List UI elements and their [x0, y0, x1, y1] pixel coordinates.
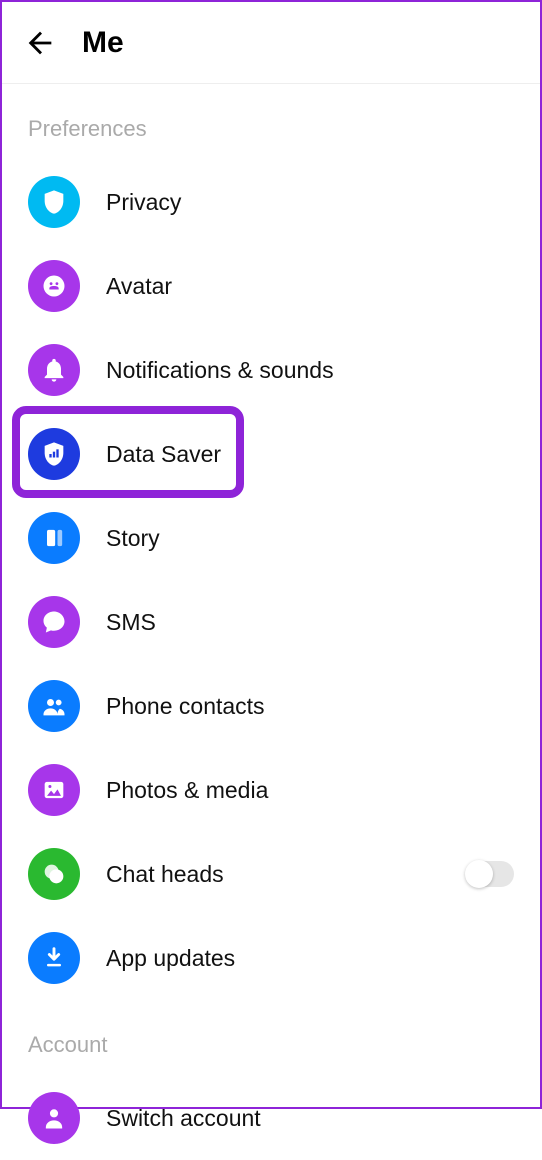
- header: Me: [2, 2, 540, 84]
- shield-icon: [28, 176, 80, 228]
- arrow-left-icon: [23, 26, 57, 60]
- row-updates[interactable]: App updates: [2, 916, 540, 1000]
- row-notifications-label: Notifications & sounds: [106, 357, 514, 384]
- row-updates-label: App updates: [106, 945, 514, 972]
- shield-chart-icon: [28, 428, 80, 480]
- row-notifications[interactable]: Notifications & sounds: [2, 328, 540, 412]
- section-preferences: Preferences: [2, 84, 540, 160]
- section-account: Account: [2, 1000, 540, 1076]
- account-list: Switch account: [2, 1076, 540, 1160]
- back-button[interactable]: [20, 23, 60, 63]
- row-chat-heads[interactable]: Chat heads: [2, 832, 540, 916]
- download-icon: [28, 932, 80, 984]
- row-switch-account[interactable]: Switch account: [2, 1076, 540, 1160]
- toggle-knob: [465, 860, 493, 888]
- row-data-saver-label: Data Saver: [106, 441, 514, 468]
- chat-bubble-icon: [28, 596, 80, 648]
- page-title: Me: [82, 26, 124, 60]
- story-icon: [28, 512, 80, 564]
- row-sms[interactable]: SMS: [2, 580, 540, 664]
- row-contacts-label: Phone contacts: [106, 693, 514, 720]
- row-photos[interactable]: Photos & media: [2, 748, 540, 832]
- row-story-label: Story: [106, 525, 514, 552]
- row-privacy-label: Privacy: [106, 189, 514, 216]
- people-icon: [28, 680, 80, 732]
- switch-account-icon: [28, 1092, 80, 1144]
- row-chat-heads-label: Chat heads: [106, 861, 466, 888]
- chat-heads-toggle[interactable]: [466, 861, 514, 887]
- row-photos-label: Photos & media: [106, 777, 514, 804]
- chat-heads-icon: [28, 848, 80, 900]
- image-icon: [28, 764, 80, 816]
- row-data-saver[interactable]: Data Saver: [2, 412, 540, 496]
- row-privacy[interactable]: Privacy: [2, 160, 540, 244]
- preferences-list: Privacy Avatar Notifications & sounds Da…: [2, 160, 540, 1000]
- row-contacts[interactable]: Phone contacts: [2, 664, 540, 748]
- row-sms-label: SMS: [106, 609, 514, 636]
- bell-icon: [28, 344, 80, 396]
- avatar-icon: [28, 260, 80, 312]
- row-avatar-label: Avatar: [106, 273, 514, 300]
- row-avatar[interactable]: Avatar: [2, 244, 540, 328]
- row-story[interactable]: Story: [2, 496, 540, 580]
